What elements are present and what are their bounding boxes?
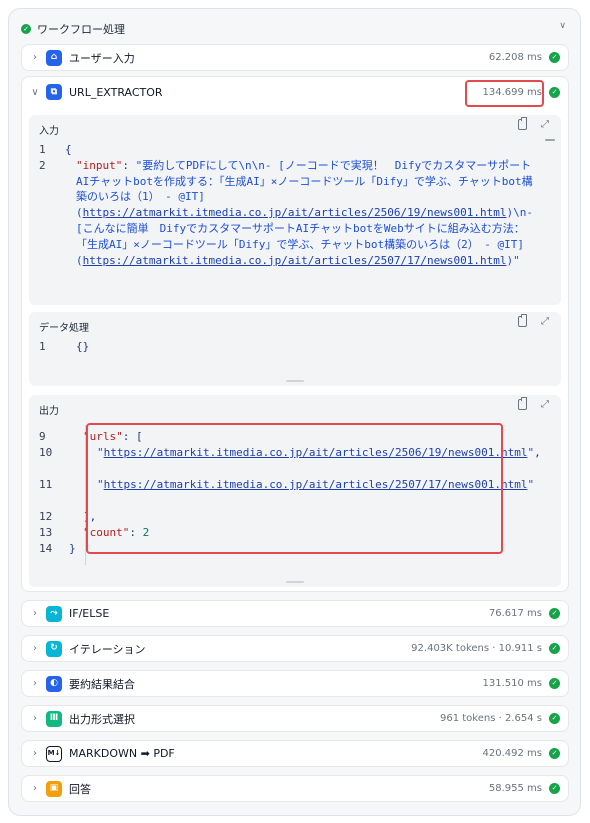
copy-icon[interactable]	[518, 314, 527, 327]
input-panel: 入力 ⤢ 1 { 2 "input": "要約してPDFにして\n\n- [ノー…	[29, 115, 561, 305]
node-duration: 92.403K tokens · 10.911 s	[411, 643, 542, 654]
chevron-right-icon: ›	[33, 783, 37, 794]
expand-icon[interactable]: ⤢	[541, 316, 549, 327]
chevron-right-icon: ›	[33, 643, 37, 654]
data-processing-panel: データ処理 ⤢ 1 {}	[29, 312, 561, 386]
node-summary-merge[interactable]: › ◐ 要約結果結合 131.510 ms ✓	[21, 670, 569, 697]
scrollbar-thumb[interactable]	[545, 139, 555, 141]
panel-title: 出力	[39, 406, 59, 417]
node-duration: 58.955 ms	[488, 783, 542, 794]
success-check-icon: ✓	[549, 643, 560, 654]
markdown-icon: M↓	[46, 745, 62, 762]
node-markdown-pdf[interactable]: › M↓ MARKDOWN ➡ PDF 420.492 ms ✓	[21, 740, 569, 767]
expand-icon[interactable]: ⤢	[541, 119, 549, 130]
copy-icon[interactable]	[518, 117, 527, 130]
node-label: IF/ELSE	[69, 607, 110, 620]
code-line: 2 "input": "要約してPDFにして\n\n- [ノーコードで実現！ D…	[39, 158, 540, 267]
expand-icon[interactable]: ⤢	[541, 399, 549, 410]
chevron-right-icon: ›	[33, 52, 37, 63]
success-check-icon: ✓	[549, 52, 560, 63]
success-check-icon: ✓	[549, 678, 560, 689]
panel-title: 入力	[39, 126, 59, 137]
chevron-right-icon: ›	[33, 713, 37, 724]
node-label: MARKDOWN ➡ PDF	[69, 747, 175, 760]
output-highlight	[86, 423, 503, 554]
success-check-icon: ✓	[549, 783, 560, 794]
node-duration: 62.208 ms	[488, 52, 542, 63]
chevron-right-icon: ›	[33, 678, 37, 689]
node-label: ユーザー入力	[69, 51, 135, 65]
workflow-title: ワークフロー処理	[37, 23, 125, 36]
node-url-extractor: ∨ ⧉ URL_EXTRACTOR 134.699 ms ✓ 入力 ⤢ 1 { …	[21, 76, 569, 592]
node-duration: 420.492 ms	[482, 748, 542, 759]
success-check-icon: ✓	[549, 86, 560, 98]
node-duration: 131.510 ms	[482, 678, 542, 689]
node-label: 出力形式選択	[69, 712, 135, 726]
answer-icon: ▣	[46, 780, 62, 797]
loop-icon: ↻	[46, 640, 62, 657]
code-icon: ⧉	[46, 84, 62, 100]
node-user-input[interactable]: › ⌂ ユーザー入力 62.208 ms ✓	[21, 44, 569, 71]
node-duration: 76.617 ms	[488, 608, 542, 619]
node-if-else[interactable]: › ⤳ IF/ELSE 76.617 ms ✓	[21, 600, 569, 627]
chevron-down-icon[interactable]: ∨	[559, 21, 566, 31]
branch-icon: ⤳	[46, 605, 62, 622]
input-code: 1 { 2 "input": "要約してPDFにして\n\n- [ノーコードで実…	[29, 142, 539, 268]
code-line: 1 {}	[39, 340, 90, 353]
selector-icon: Ⅲ	[46, 710, 62, 727]
merge-icon: ◐	[46, 675, 62, 692]
node-label: 回答	[69, 782, 91, 796]
panel-title: データ処理	[39, 323, 89, 334]
success-check-icon: ✓	[549, 608, 560, 619]
success-check-icon: ✓	[21, 24, 31, 34]
node-duration: 961 tokens · 2.654 s	[440, 713, 542, 724]
node-label: イテレーション	[69, 642, 146, 656]
success-check-icon: ✓	[549, 748, 560, 759]
node-answer[interactable]: › ▣ 回答 58.955 ms ✓	[21, 775, 569, 802]
chevron-right-icon: ›	[33, 608, 37, 619]
node-iteration[interactable]: › ↻ イテレーション 92.403K tokens · 10.911 s ✓	[21, 635, 569, 662]
home-icon: ⌂	[46, 49, 62, 66]
resize-handle[interactable]	[286, 581, 304, 583]
data-code: 1 {}	[29, 339, 89, 355]
resize-handle[interactable]	[286, 380, 304, 382]
chevron-down-icon: ∨	[31, 86, 39, 98]
node-output-format[interactable]: › Ⅲ 出力形式選択 961 tokens · 2.654 s ✓	[21, 705, 569, 732]
chevron-right-icon: ›	[33, 748, 37, 759]
copy-icon[interactable]	[518, 397, 527, 410]
code-line: 1 {	[39, 143, 72, 156]
node-label: 要約結果結合	[69, 677, 135, 691]
duration-highlight	[465, 80, 544, 107]
workflow-header[interactable]: ✓ ワークフロー処理	[21, 19, 125, 39]
success-check-icon: ✓	[549, 713, 560, 724]
node-label: URL_EXTRACTOR	[69, 85, 163, 99]
